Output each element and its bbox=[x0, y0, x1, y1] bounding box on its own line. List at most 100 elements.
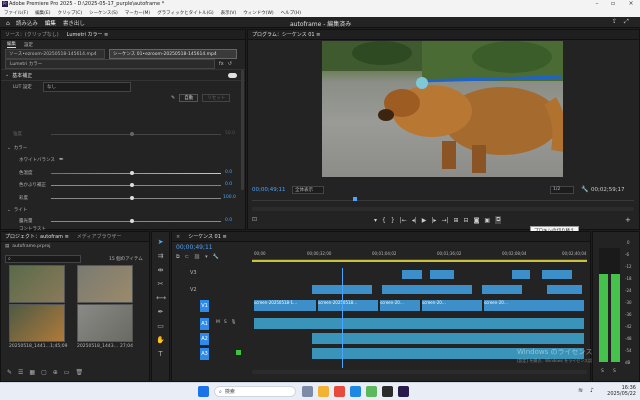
mark-in-icon[interactable]: { bbox=[382, 217, 386, 224]
rectangle-tool-icon[interactable]: ▭ bbox=[156, 322, 165, 331]
ripple-edit-tool-icon[interactable]: ⇹ bbox=[156, 266, 165, 275]
menu-marker[interactable]: マーカー(M) bbox=[125, 10, 150, 16]
menu-edit[interactable]: 編集(E) bbox=[35, 10, 50, 16]
reset-button[interactable]: リセット bbox=[202, 93, 231, 102]
workspace-tab-edit[interactable]: 編集 bbox=[45, 19, 56, 27]
project-item[interactable]: 20250518_1443… 27;04 bbox=[77, 304, 133, 349]
share-icon[interactable]: ⇪ bbox=[612, 18, 617, 25]
tab-media-browser[interactable]: メディアブラウザー bbox=[77, 233, 122, 240]
marker-icon[interactable]: ▾ bbox=[205, 254, 208, 260]
solo-a1-icon[interactable]: S bbox=[224, 320, 227, 325]
tab-program-monitor[interactable]: プログラム：シーケンス 01 ≡ bbox=[252, 31, 320, 38]
chrome-icon[interactable] bbox=[334, 386, 345, 397]
track-label-a1[interactable]: A1 bbox=[200, 318, 209, 330]
exposure-value[interactable]: 0.0 bbox=[225, 218, 232, 223]
solo-left-button[interactable]: S bbox=[601, 369, 604, 374]
home-icon[interactable]: ⌂ bbox=[6, 20, 10, 27]
menu-window[interactable]: ウィンドウ(W) bbox=[243, 10, 273, 16]
linked-selection-icon[interactable]: ⛓ bbox=[194, 254, 200, 260]
work-area-bar[interactable] bbox=[252, 260, 587, 262]
safe-margins-icon[interactable]: ⊡ bbox=[252, 216, 257, 223]
video-clip[interactable] bbox=[512, 270, 530, 279]
nest-icon[interactable]: ⧉ bbox=[176, 254, 180, 260]
effect-dropdown[interactable]: Lumetri カラー bbox=[5, 59, 215, 69]
tab-lumetri-color[interactable]: Lumetri カラー ≡ bbox=[67, 31, 109, 38]
taskbar-search[interactable]: ⌕ 検索 bbox=[214, 386, 296, 397]
solo-right-button[interactable]: S bbox=[613, 369, 616, 374]
go-to-in-icon[interactable]: |← bbox=[400, 217, 407, 224]
project-search-input[interactable]: ⌕ bbox=[5, 255, 81, 263]
menu-graphics[interactable]: グラフィックとタイトル(G) bbox=[157, 10, 213, 16]
file-explorer-icon[interactable] bbox=[318, 386, 329, 397]
trash-icon[interactable]: 🗑 bbox=[75, 369, 83, 376]
extract-icon[interactable]: ⊟ bbox=[464, 217, 469, 224]
video-clip[interactable]: screen-20250518-1… bbox=[254, 300, 316, 311]
razor-tool-icon[interactable]: ✂ bbox=[156, 280, 165, 289]
step-forward-icon[interactable]: |▸ bbox=[431, 217, 436, 224]
lift-icon[interactable]: ⊞ bbox=[454, 217, 459, 224]
taskbar-clock[interactable]: 16:36 2025/05/22 bbox=[604, 385, 636, 397]
go-to-out-icon[interactable]: →| bbox=[441, 217, 448, 224]
program-scrub-bar[interactable] bbox=[252, 200, 634, 201]
saturation-value[interactable]: 100.0 bbox=[223, 195, 236, 200]
icon-view-icon[interactable]: ▦ bbox=[29, 369, 35, 376]
windows-start-icon[interactable] bbox=[198, 386, 209, 397]
new-item-icon[interactable]: ⊕ bbox=[53, 369, 58, 376]
snap-icon[interactable]: ⊂ bbox=[185, 254, 189, 260]
a3-solo-button[interactable] bbox=[236, 350, 241, 355]
step-back-icon[interactable]: ◂| bbox=[412, 217, 417, 224]
exposure-slider[interactable] bbox=[51, 221, 221, 222]
menu-help[interactable]: ヘルプ(H) bbox=[281, 10, 301, 16]
play-icon[interactable]: ▶ bbox=[422, 217, 427, 224]
basic-correction-toggle[interactable] bbox=[228, 72, 237, 78]
close-sequence-icon[interactable]: × bbox=[176, 234, 180, 240]
maximize-icon[interactable]: ▫ bbox=[606, 0, 620, 9]
tint-slider-thumb[interactable] bbox=[130, 183, 134, 187]
video-clip[interactable] bbox=[547, 285, 582, 294]
tint-value[interactable]: 0.0 bbox=[225, 182, 232, 187]
fullscreen-icon[interactable]: ⤢ bbox=[624, 18, 629, 26]
type-tool-icon[interactable]: T bbox=[156, 350, 165, 359]
basic-correction-header[interactable]: ⌄ 基本補正 bbox=[1, 70, 245, 81]
video-clip[interactable] bbox=[542, 270, 572, 279]
lut-dropdown[interactable]: なし bbox=[43, 81, 131, 92]
workspace-tab-import[interactable]: 読み込み bbox=[16, 19, 38, 27]
intensity-slider-thumb[interactable] bbox=[130, 132, 134, 136]
auto-button[interactable]: 自動 bbox=[179, 93, 199, 102]
light-section-header[interactable]: ⌄ ライト bbox=[7, 207, 27, 214]
timeline-horizontal-scrollbar[interactable] bbox=[252, 370, 587, 374]
video-clip[interactable]: screen-20… bbox=[484, 300, 584, 311]
menu-sequence[interactable]: シーケンス(S) bbox=[89, 10, 118, 16]
freeform-view-icon[interactable]: ▢ bbox=[41, 369, 47, 376]
fx-icon[interactable]: fx bbox=[219, 61, 224, 67]
lumetri-scrollbar[interactable] bbox=[241, 70, 244, 190]
video-clip[interactable] bbox=[382, 285, 472, 294]
temperature-slider[interactable] bbox=[51, 173, 221, 174]
program-zoom-scrollbar[interactable] bbox=[252, 207, 634, 211]
pen-tool-icon[interactable]: ✒ bbox=[156, 308, 165, 317]
eyedropper-icon[interactable]: ✒ bbox=[59, 156, 64, 163]
timeline-settings-icon[interactable]: 🔧 bbox=[213, 254, 219, 260]
tab-project[interactable]: プロジェクト：autofram ≡ bbox=[5, 233, 69, 240]
compare-icon[interactable]: ▣ bbox=[484, 217, 490, 224]
mute-a1-icon[interactable]: M bbox=[216, 320, 220, 325]
track-label-v1[interactable]: V1 bbox=[200, 300, 209, 312]
selection-tool-icon[interactable]: ➤ bbox=[156, 238, 165, 247]
project-item[interactable]: 20250518_1441… 1;45;09 bbox=[9, 304, 67, 349]
sequence-clip-chip[interactable]: シーケンス 01•ezroom-20250518-145614.mp4 bbox=[109, 49, 237, 59]
task-view-icon[interactable] bbox=[302, 386, 313, 397]
track-select-tool-icon[interactable]: ⇉ bbox=[156, 252, 165, 261]
settings-wrench-icon[interactable]: 🔧 bbox=[581, 186, 588, 193]
temperature-value[interactable]: 0.0 bbox=[225, 170, 232, 175]
new-bin-icon[interactable]: ▭ bbox=[64, 369, 70, 376]
program-timecode[interactable]: 00;00;49;11 bbox=[252, 187, 286, 193]
wifi-icon[interactable]: ≋ bbox=[578, 387, 583, 394]
track-label-a3[interactable]: A3 bbox=[200, 348, 209, 360]
track-label-v3[interactable]: V3 bbox=[190, 270, 197, 276]
video-clip[interactable] bbox=[402, 270, 422, 279]
edge-icon[interactable] bbox=[350, 386, 361, 397]
color-section-header[interactable]: ⌄ カラー bbox=[7, 145, 27, 152]
minimize-icon[interactable]: – bbox=[590, 0, 604, 9]
video-clip[interactable]: screen-20… bbox=[380, 300, 420, 311]
program-playhead-marker[interactable] bbox=[353, 197, 357, 201]
